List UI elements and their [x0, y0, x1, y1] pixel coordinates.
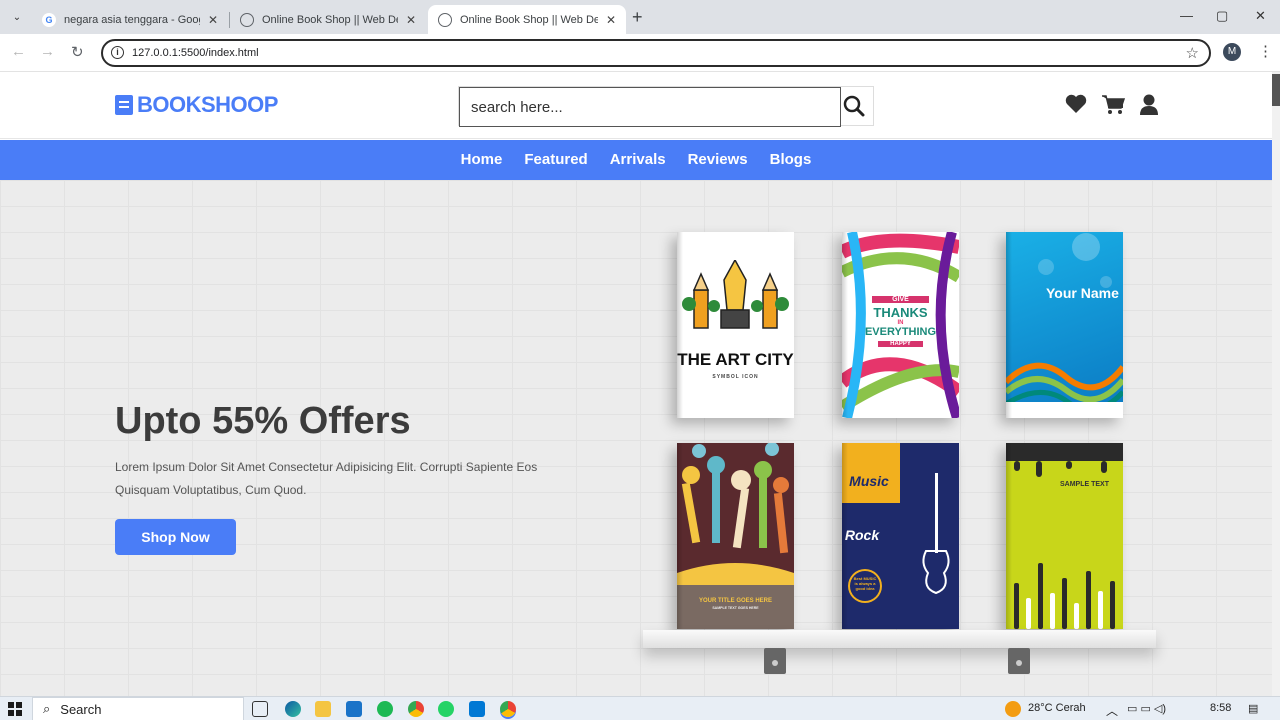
windows-taskbar: ⌕ Search 28°C Cerah ︿ ▭ ▭ ◁) 8:58 ▤ — [0, 696, 1280, 720]
nav-blogs[interactable]: Blogs — [770, 140, 812, 180]
tab-search-chevron-icon[interactable]: ⌄ — [6, 7, 28, 27]
book-text-thanks: THANKS — [873, 305, 928, 320]
close-tab-icon[interactable]: ✕ — [606, 13, 616, 27]
reload-icon[interactable]: ↻ — [71, 43, 84, 61]
book-title: YOUR TITLE GOES HERE — [698, 598, 772, 604]
search-form — [458, 86, 874, 127]
book-subtitle: SYMBOL ICON — [712, 374, 759, 380]
web-page: BOOKSHOOP Home Featured Arrivals Reviews… — [0, 72, 1272, 696]
nav-home[interactable]: Home — [461, 140, 503, 180]
clock[interactable]: 8:58 — [1210, 702, 1231, 714]
site-header: BOOKSHOOP — [0, 72, 1272, 139]
tab-title: negara asia tenggara - Google — [64, 13, 200, 26]
book-title: SAMPLE TEXT — [1059, 481, 1109, 488]
new-tab-icon[interactable]: + — [632, 7, 643, 28]
maximize-icon[interactable]: ▢ — [1216, 8, 1228, 24]
book-text-happy: HAPPY — [878, 341, 923, 347]
spotify-icon[interactable] — [377, 701, 393, 717]
nav-featured[interactable]: Featured — [524, 140, 587, 180]
close-tab-icon[interactable]: ✕ — [208, 13, 218, 27]
book-title: THE ART CITY — [677, 350, 794, 369]
book-cover-give-thanks[interactable]: GIVE THANKS IN EVERYTHING HAPPY — [842, 232, 959, 418]
pencil-pen-icon — [682, 260, 789, 329]
site-info-icon[interactable]: i — [111, 46, 124, 59]
book-cover-hands[interactable]: YOUR TITLE GOES HERE SAMPLE TEXT GOES HE… — [677, 443, 794, 629]
globe-icon — [240, 12, 254, 27]
weather-icon[interactable] — [1005, 701, 1021, 717]
search-input[interactable] — [459, 87, 841, 127]
browser-menu-icon[interactable]: ⋮ — [1258, 42, 1273, 60]
mail-icon[interactable] — [346, 701, 362, 717]
windows-start-icon[interactable] — [8, 702, 22, 716]
vscode-icon[interactable] — [469, 701, 485, 717]
edge-icon[interactable] — [285, 701, 301, 717]
search-icon: ⌕ — [43, 701, 51, 716]
browser-tab-bookshop-1[interactable]: Online Book Shop || Web Desig ✕ — [230, 5, 426, 34]
book-text-rock: Rock — [844, 527, 880, 543]
url-text[interactable]: 127.0.0.1:5500/index.html — [132, 47, 259, 59]
book-cover-art-city[interactable]: THE ART CITY SYMBOL ICON — [677, 232, 794, 418]
shop-now-button[interactable]: Shop Now — [115, 519, 236, 555]
hero-title: Upto 55% Offers — [115, 400, 411, 442]
page-scrollbar[interactable] — [1272, 72, 1280, 696]
raised-hands-graphic — [677, 443, 794, 593]
book-cover-sample-text[interactable]: SAMPLE TEXT — [1006, 443, 1123, 629]
weather-text[interactable]: 28°C Cerah — [1028, 702, 1086, 714]
book-text-music: Music — [849, 473, 889, 489]
address-bar[interactable]: i 127.0.0.1:5500/index.html ☆ — [101, 39, 1211, 67]
google-icon: G — [42, 12, 56, 27]
profile-avatar[interactable]: M — [1223, 43, 1241, 61]
book-subtitle: SAMPLE TEXT GOES HERE — [712, 606, 759, 610]
bookmark-star-icon[interactable]: ☆ — [1186, 44, 1199, 62]
browser-toolbar: ← → ↻ i 127.0.0.1:5500/index.html ☆ — [0, 34, 1280, 72]
browser-tab-google[interactable]: G negara asia tenggara - Google ✕ — [32, 5, 228, 34]
main-nav: Home Featured Arrivals Reviews Blogs — [0, 140, 1272, 180]
chevron-up-icon[interactable]: ︿ — [1106, 702, 1118, 719]
shelf-bracket-right — [1008, 648, 1030, 674]
hero-description: Lorem Ipsum Dolor Sit Amet Consectetur A… — [115, 460, 538, 497]
book-text-best-music: Best MUSIC is always a good idea — [853, 576, 877, 591]
nav-arrivals[interactable]: Arrivals — [610, 140, 666, 180]
book-icon — [115, 95, 133, 115]
notifications-icon[interactable]: ▤ — [1248, 702, 1258, 715]
scrollbar-thumb[interactable] — [1272, 74, 1280, 106]
waves-graphic — [1006, 233, 1123, 418]
hero-section: Upto 55% Offers Lorem Ipsum Dolor Sit Am… — [0, 180, 1272, 696]
book-title: Your Name — [1046, 285, 1119, 301]
taskbar-search[interactable]: ⌕ Search — [32, 697, 244, 720]
browser-tab-bar: ⌄ G negara asia tenggara - Google ✕ Onli… — [0, 0, 1280, 34]
book-shelf — [643, 630, 1156, 648]
book-cover-music-rock[interactable]: Music Rock Best MUSIC is always a good i… — [842, 443, 959, 629]
minimize-icon[interactable]: — — [1180, 8, 1193, 23]
book-text-everything: EVERYTHING — [864, 326, 937, 338]
shelf-bracket-left — [764, 648, 786, 674]
book-cover-your-name[interactable]: Your Name — [1006, 232, 1123, 418]
heart-icon[interactable] — [1065, 94, 1087, 114]
site-logo[interactable]: BOOKSHOOP — [115, 92, 278, 118]
stripes-graphic — [1006, 443, 1123, 629]
task-view-icon[interactable] — [252, 701, 268, 717]
search-icon[interactable] — [843, 95, 865, 117]
tab-title: Online Book Shop || Web Desig — [262, 13, 398, 26]
forward-arrow-icon[interactable]: → — [40, 43, 55, 60]
chrome-icon[interactable] — [408, 701, 424, 717]
whatsapp-icon[interactable] — [438, 701, 454, 717]
system-tray-icons[interactable]: ▭ ▭ ◁) — [1127, 702, 1166, 715]
close-window-icon[interactable]: ✕ — [1255, 8, 1266, 24]
logo-text: BOOKSHOOP — [137, 92, 278, 117]
user-icon[interactable] — [1139, 94, 1159, 116]
file-explorer-icon[interactable] — [315, 701, 331, 717]
book-text-give: GIVE — [872, 296, 929, 303]
chrome-active-icon[interactable] — [500, 701, 516, 717]
nav-reviews[interactable]: Reviews — [688, 140, 748, 180]
taskbar-search-label: Search — [60, 701, 102, 717]
close-tab-icon[interactable]: ✕ — [406, 13, 416, 27]
cart-icon[interactable] — [1101, 94, 1125, 116]
tab-title: Online Book Shop || Web Desig — [460, 13, 598, 26]
browser-tab-bookshop-active[interactable]: Online Book Shop || Web Desig ✕ — [428, 5, 626, 34]
globe-icon — [438, 12, 452, 27]
back-arrow-icon[interactable]: ← — [11, 43, 26, 60]
